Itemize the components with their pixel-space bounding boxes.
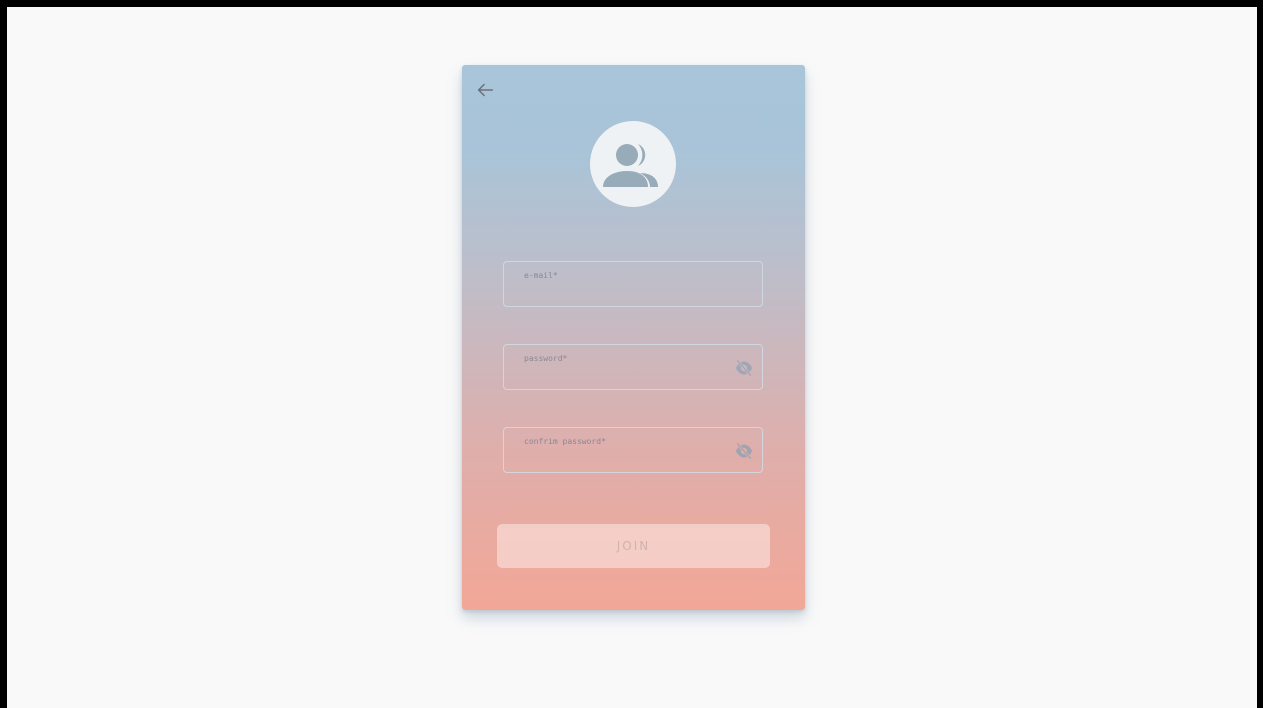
email-field[interactable]: e-mail*: [503, 261, 763, 307]
confirm-password-visibility-toggle[interactable]: [734, 442, 754, 460]
password-input[interactable]: [523, 367, 723, 383]
back-button[interactable]: [474, 79, 496, 101]
confirm-password-field[interactable]: confrim password*: [503, 427, 763, 473]
eye-off-icon: [735, 442, 753, 460]
password-field[interactable]: password*: [503, 344, 763, 390]
signup-card: e-mail* password* confrim password* JOIN: [462, 65, 805, 610]
confirm-password-label: confrim password*: [524, 437, 606, 446]
avatar: [590, 121, 676, 207]
email-input[interactable]: [523, 284, 723, 300]
password-label: password*: [524, 354, 568, 363]
confirm-password-input[interactable]: [523, 450, 723, 466]
arrow-left-icon: [477, 83, 494, 97]
eye-off-icon: [735, 359, 753, 377]
email-label: e-mail*: [524, 271, 558, 280]
password-visibility-toggle[interactable]: [734, 359, 754, 377]
join-button[interactable]: JOIN: [497, 524, 770, 568]
users-icon: [603, 144, 658, 187]
app-viewport: e-mail* password* confrim password* JOIN: [0, 0, 1263, 708]
